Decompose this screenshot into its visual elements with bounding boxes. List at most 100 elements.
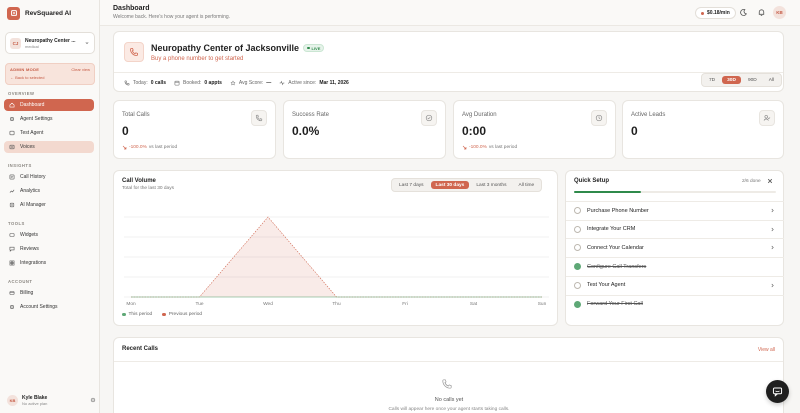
legend-this-period: This period (122, 312, 152, 317)
sidebar-item-label: Billing (20, 290, 34, 296)
history-icon (9, 174, 15, 180)
rate-dot-icon (701, 11, 704, 15)
x-tick-label: Sun (538, 301, 547, 307)
status-badge: LIVE (303, 44, 325, 52)
sidebar-item-billing[interactable]: Billing (4, 287, 94, 299)
sidebar-item-reviews[interactable]: Reviews (4, 243, 94, 255)
sidebar-item-call-history[interactable]: Call History (4, 171, 94, 183)
status-badge-label: LIVE (311, 45, 321, 51)
sidebar-item-label: Analytics (20, 188, 41, 194)
empty-state-subtitle: Calls will appear here once your agent s… (388, 407, 510, 412)
sidebar: RevSquared AI CJ Neuropathy Center ... m… (0, 0, 100, 413)
setup-step-label: Purchase Phone Number (587, 207, 649, 214)
check-circle-icon (574, 300, 581, 308)
stat-label: Today: (133, 80, 148, 86)
x-tick-label: Thu (332, 301, 341, 307)
quick-setup-progress-bar (574, 191, 776, 193)
sidebar-item-label: Test Agent (20, 130, 44, 136)
stat-card-delta: -100.0% vs last period (462, 145, 517, 150)
sidebar-item-account-settings[interactable]: Account Settings (4, 301, 94, 313)
avatar[interactable]: KB (773, 6, 786, 19)
sidebar-item-widgets[interactable]: Widgets (4, 229, 94, 241)
sidebar-item-integrations[interactable]: Integrations (4, 257, 94, 269)
sidebar-item-analytics[interactable]: Analytics (4, 185, 94, 197)
range-30d[interactable]: 30D (722, 76, 741, 84)
quick-setup-title: Quick Setup (574, 178, 610, 184)
legend-label: This period (128, 312, 153, 317)
trend-down-icon (462, 145, 467, 150)
widgets-icon (9, 233, 15, 237)
sidebar-item-voices[interactable]: Voices (4, 141, 94, 153)
bell-icon[interactable] (757, 8, 766, 17)
setup-step-label: Test Your Agent (587, 282, 626, 289)
phone-icon (124, 80, 130, 86)
agent-overview-card: Neuropathy Center of Jacksonville LIVE B… (113, 31, 784, 92)
x-tick-label: Mon (126, 301, 136, 307)
setup-step[interactable]: Configure Call Transfers (566, 257, 784, 275)
stat-card-value: 0 (122, 124, 129, 138)
chevron-right-icon (771, 208, 774, 213)
rate-badge[interactable]: $0.18/min (695, 7, 736, 19)
user-plan: No active plan (22, 400, 48, 406)
x-tick-label: Fri (402, 301, 408, 307)
stat-card-total-calls: Total Calls 0 -100.0% vs last period (113, 100, 276, 159)
range-90d[interactable]: 90D (743, 76, 762, 84)
org-avatar: CJ (10, 37, 21, 49)
page-subtitle: Welcome back. Here's how your agent is p… (113, 14, 231, 20)
view-all-link[interactable]: View all (758, 347, 775, 353)
setup-step[interactable]: Test Your Agent (566, 275, 784, 294)
stat-card-value: 0 (631, 124, 638, 138)
range-all[interactable]: All (764, 76, 779, 84)
back-to-selected-link[interactable]: ← Back to selected (10, 75, 90, 80)
sidebar-item-dashboard[interactable]: Dashboard (4, 99, 94, 111)
stat-card-value: 0.0% (292, 124, 320, 138)
sidebar-item-label: Integrations (20, 260, 47, 266)
chat-bubble-icon (772, 387, 783, 397)
sidebar-item-agent-settings[interactable]: Agent Settings (4, 113, 94, 125)
circle-icon (574, 225, 581, 233)
setup-step-label: Forward Your First Call (587, 301, 643, 307)
agent-name: Neuropathy Center of Jacksonville (151, 43, 300, 53)
settings-icon[interactable] (90, 397, 96, 403)
org-switcher[interactable]: CJ Neuropathy Center ... medical (5, 32, 95, 54)
voice-icon (9, 144, 15, 150)
moon-icon[interactable] (739, 8, 748, 17)
stat-card-value: 0:00 (462, 124, 487, 138)
user-profile[interactable]: KB Kyle Blake No active plan (4, 392, 96, 408)
chat-button[interactable] (766, 380, 789, 403)
circle-icon (574, 244, 581, 252)
activity-icon (279, 80, 285, 86)
chevron-right-icon (771, 246, 774, 250)
admin-mode-title: ADMIN MODE (10, 67, 40, 72)
brand[interactable]: RevSquared AI (7, 6, 71, 20)
progress-fill (574, 191, 642, 193)
empty-state-title: No calls yet (434, 397, 464, 403)
brand-logo-icon (7, 6, 20, 20)
period-range-selector: 7D 30D 90D All (701, 73, 783, 87)
stat-label: Avg Score: (238, 80, 264, 86)
analytics-icon (9, 189, 15, 193)
setup-step[interactable]: Integrate Your CRM (566, 219, 784, 238)
x-tick-label: Wed (263, 301, 273, 307)
setup-step[interactable]: Connect Your Calendar (566, 238, 784, 256)
chevron-right-icon (771, 227, 774, 231)
sidebar-item-ai-manager[interactable]: AI Manager (4, 199, 94, 211)
stat-label: Booked: (183, 80, 202, 86)
stat-value: 0 calls (150, 80, 167, 86)
sidebar-item-label: Reviews (20, 246, 39, 252)
setup-step[interactable]: Purchase Phone Number (566, 201, 784, 219)
stat-avg-score: Avg Score: — (230, 80, 271, 86)
agent-stats-row: Today: 0 calls Booked: 0 appts Avg Score… (124, 78, 349, 88)
phone-icon (124, 42, 144, 62)
stat-label: Active since: (288, 80, 317, 86)
setup-step-label: Connect Your Calendar (587, 244, 644, 251)
recent-calls-title: Recent Calls (122, 346, 159, 352)
range-7d[interactable]: 7D (704, 76, 720, 84)
sidebar-item-test-agent[interactable]: Test Agent (4, 127, 94, 139)
avatar: KB (7, 394, 18, 406)
setup-step[interactable]: Forward Your First Call (566, 294, 784, 313)
clear-view-button[interactable]: Clear view (71, 67, 90, 72)
buy-number-link[interactable]: Buy a phone number to get started (151, 56, 243, 62)
close-icon[interactable] (767, 178, 773, 184)
stat-card-label: Active Leads (631, 112, 666, 118)
